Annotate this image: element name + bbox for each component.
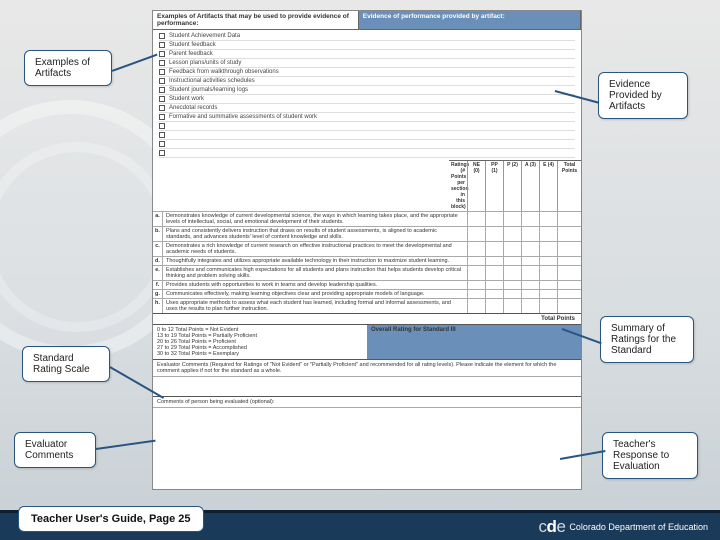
- artifact-row: Student work: [159, 95, 575, 104]
- callout-examples: Examples of Artifacts: [24, 50, 112, 86]
- header-evidence: Evidence of performance provided by arti…: [359, 11, 581, 29]
- checkbox-icon: [159, 33, 165, 39]
- callout-summary: Summary of Ratings for the Standard: [600, 316, 694, 363]
- standard-row: d.Thoughtfully integrates and utilizes a…: [153, 256, 581, 265]
- checkbox-icon: [159, 42, 165, 48]
- artifact-list: Student Achievement Data Student feedback…: [153, 30, 581, 160]
- artifact-row: Formative and summative assessments of s…: [159, 113, 575, 122]
- artifact-text: Lesson plans/units of study: [169, 60, 241, 66]
- standard-row: f.Provides students with opportunities t…: [153, 280, 581, 289]
- total-points-row: Total Points: [153, 313, 581, 324]
- checkbox-icon: [159, 123, 165, 129]
- artifact-text: Feedback from walkthrough observations: [169, 69, 279, 75]
- standard-row: g.Communicates effectively, making learn…: [153, 289, 581, 298]
- checkbox-icon: [159, 69, 165, 75]
- artifact-text: Student work: [169, 96, 204, 102]
- artifact-text: Student feedback: [169, 42, 216, 48]
- cde-logo-text: Colorado Department of Education: [569, 522, 708, 532]
- evaluation-form-document: Examples of Artifacts that may be used t…: [152, 10, 582, 490]
- header-examples: Examples of Artifacts that may be used t…: [153, 11, 359, 29]
- artifact-row: Parent feedback: [159, 50, 575, 59]
- artifact-row: Lesson plans/units of study: [159, 59, 575, 68]
- artifact-row: Student journals/learning logs: [159, 86, 575, 95]
- artifact-row: Student feedback: [159, 41, 575, 50]
- standard-row: b.Plans and consistently delivers instru…: [153, 226, 581, 241]
- rating-scale-list: 0 to 12 Total Points = Not Evident13 to …: [153, 325, 367, 359]
- artifact-row: [159, 140, 575, 149]
- artifact-text: Parent feedback: [169, 51, 213, 57]
- artifact-text: Instructional activities schedules: [169, 78, 255, 84]
- artifact-row: [159, 149, 575, 158]
- evaluator-comments-box: [153, 376, 581, 396]
- standard-row: a.Demonstrates knowledge of current deve…: [153, 211, 581, 226]
- artifact-text: Anecdotal records: [169, 105, 217, 111]
- artifact-row: Feedback from walkthrough observations: [159, 68, 575, 77]
- form-header-row: Examples of Artifacts that may be used t…: [153, 11, 581, 30]
- checkbox-icon: [159, 78, 165, 84]
- artifact-text: Student journals/learning logs: [169, 87, 248, 93]
- artifact-text: Student Achievement Data: [169, 33, 240, 39]
- artifact-row: [159, 131, 575, 140]
- cde-logo: cde Colorado Department of Education: [539, 517, 708, 537]
- standard-row: e.Establishes and communicates high expe…: [153, 265, 581, 280]
- ratings-header-row: Ratings (# Points per section in this bl…: [449, 160, 581, 211]
- checkbox-icon: [159, 51, 165, 57]
- standard-row: c.Demonstrates a rich knowledge of curre…: [153, 241, 581, 256]
- checkbox-icon: [159, 132, 165, 138]
- checkbox-icon: [159, 141, 165, 147]
- scale-line: 30 to 32 Total Points = Exemplary: [157, 351, 363, 357]
- artifact-row: [159, 122, 575, 131]
- checkbox-icon: [159, 60, 165, 66]
- callout-response: Teacher's Response to Evaluation: [602, 432, 698, 479]
- overall-rating-label: Overall Rating for Standard III: [367, 325, 581, 359]
- standard-row: h.Uses appropriate methods to assess wha…: [153, 298, 581, 313]
- artifact-text: Formative and summative assessments of s…: [169, 114, 317, 120]
- checkbox-icon: [159, 114, 165, 120]
- teacher-comments-box: [153, 407, 581, 427]
- overall-row: 0 to 12 Total Points = Not Evident13 to …: [153, 324, 581, 359]
- callout-scale: Standard Rating Scale: [22, 346, 110, 382]
- artifact-row: Anecdotal records: [159, 104, 575, 113]
- standards-body: a.Demonstrates knowledge of current deve…: [153, 211, 581, 313]
- checkbox-icon: [159, 150, 165, 156]
- artifact-row: Student Achievement Data: [159, 32, 575, 41]
- cde-logo-mark: cde: [539, 517, 566, 537]
- callout-evidence: Evidence Provided by Artifacts: [598, 72, 688, 119]
- artifact-row: Instructional activities schedules: [159, 77, 575, 86]
- evaluator-comments-header: Evaluator Comments (Required for Ratings…: [153, 359, 581, 376]
- ratings-label: Ratings (# Points per section in this bl…: [449, 161, 467, 211]
- checkbox-icon: [159, 105, 165, 111]
- checkbox-icon: [159, 96, 165, 102]
- callout-evaluator: Evaluator Comments: [14, 432, 96, 468]
- checkbox-icon: [159, 87, 165, 93]
- teacher-comments-header: Comments of person being evaluated (opti…: [153, 396, 581, 407]
- page-reference-label: Teacher User's Guide, Page 25: [18, 506, 204, 532]
